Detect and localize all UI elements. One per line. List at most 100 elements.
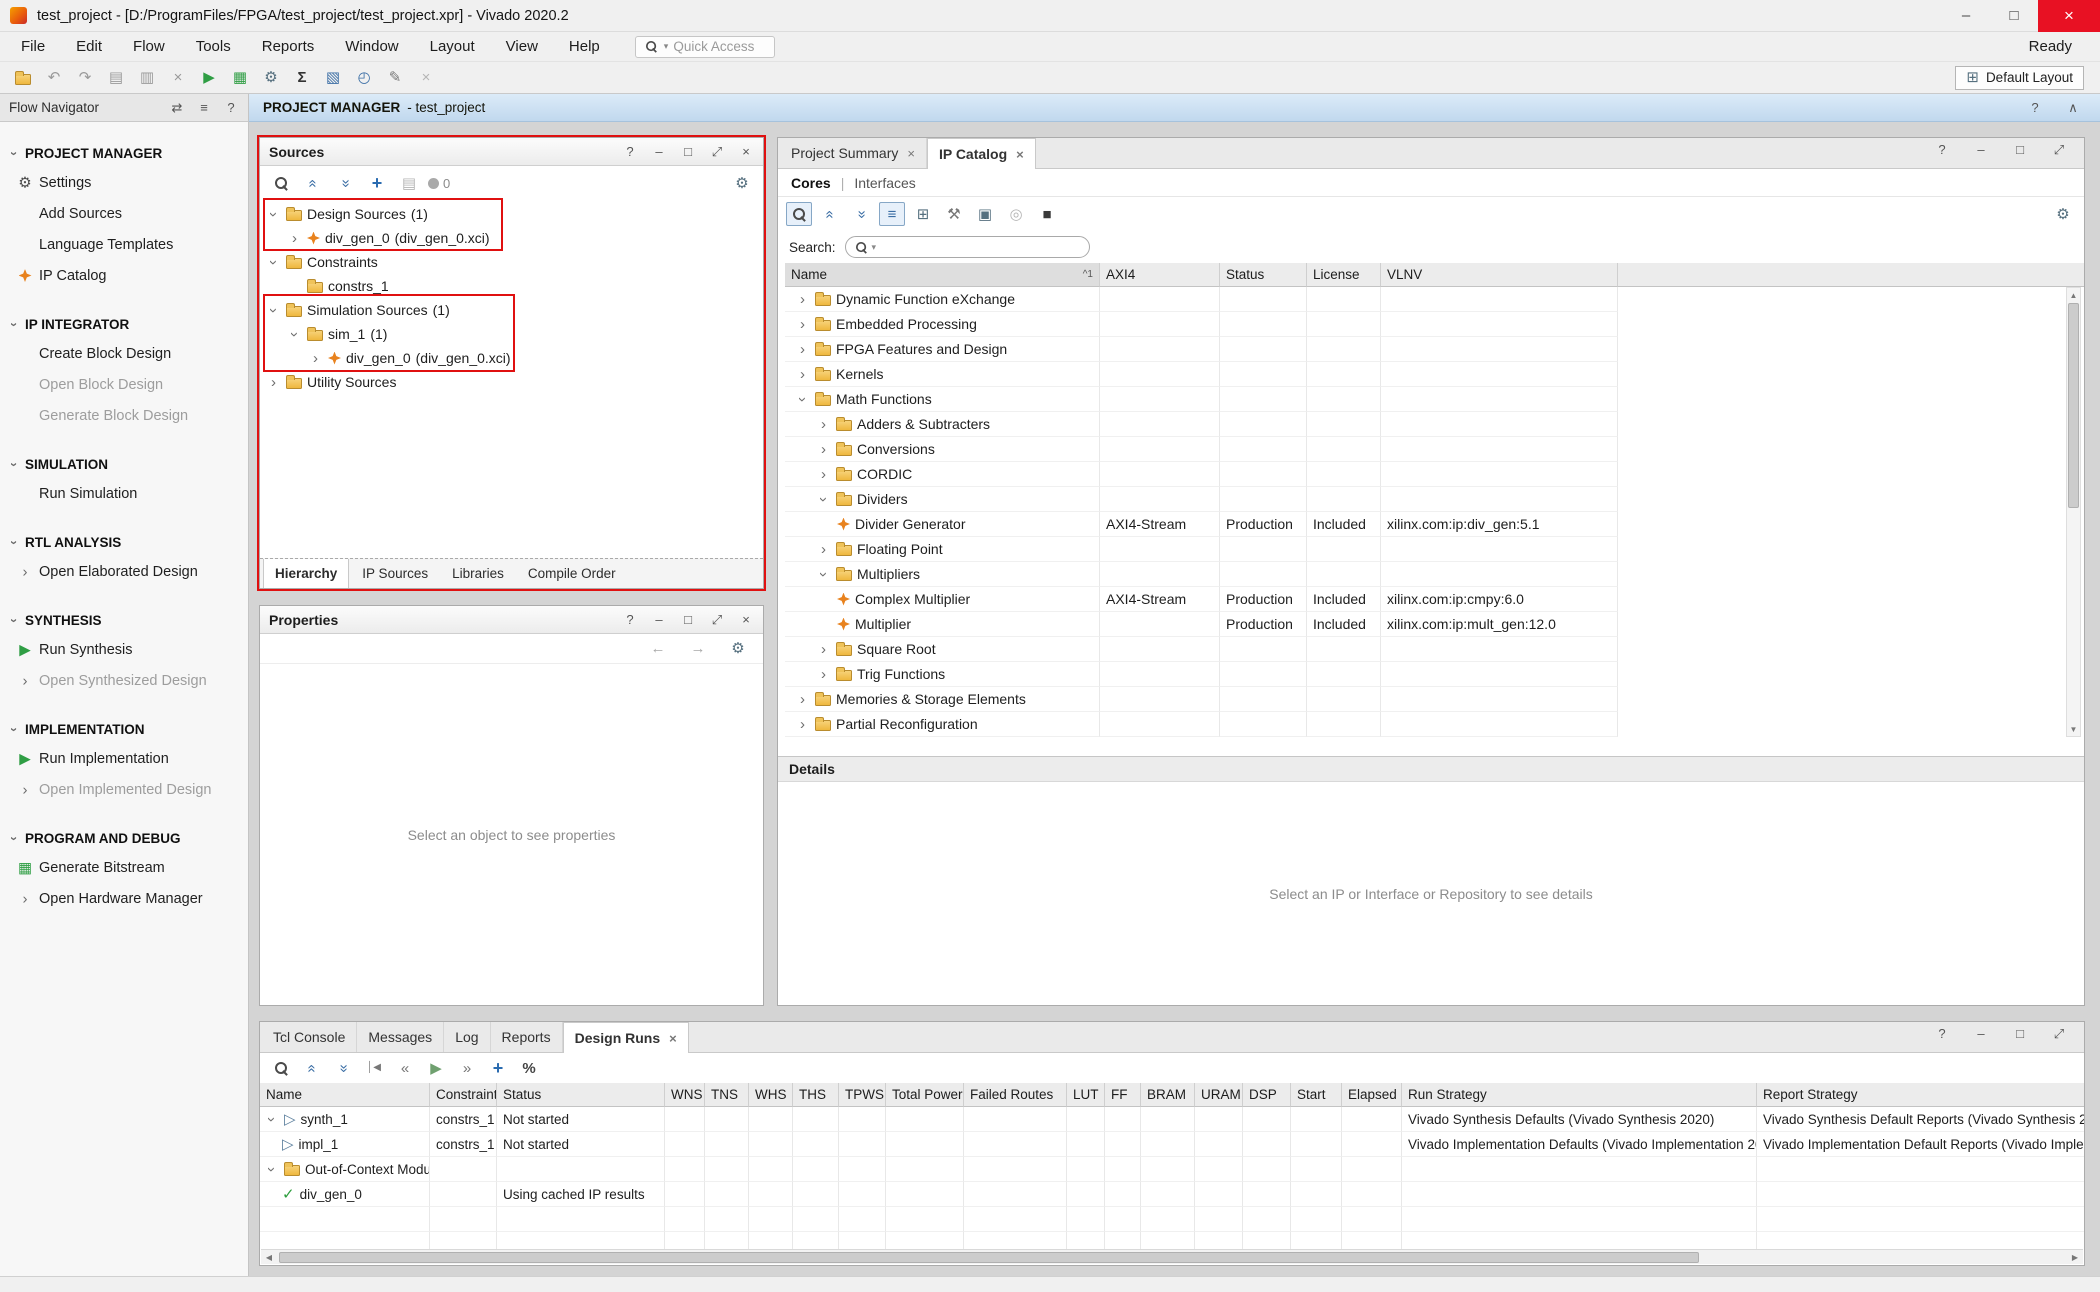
sidebar-item-open-hardware-manager[interactable]: ›Open Hardware Manager [0,883,248,914]
sidebar-item-open-elaborated-design[interactable]: ›Open Elaborated Design [0,556,248,587]
step-back-icon[interactable]: « [392,1056,418,1080]
expand-closed-icon[interactable]: › [308,351,323,366]
layout-selector[interactable]: ⊞ Default Layout [1955,66,2084,90]
messages-badge[interactable]: 0 [428,171,450,195]
minimize-icon[interactable]: – [651,144,667,160]
expand-closed-icon[interactable]: › [816,417,831,432]
sidebar-item-open-implemented-design[interactable]: ›Open Implemented Design [0,774,248,805]
sidebar-item-run-implementation[interactable]: ▶Run Implementation [0,743,248,774]
ip-row-trig-functions[interactable]: ›Trig Functions [785,662,2084,687]
ip-row-conversions[interactable]: ›Conversions [785,437,2084,462]
ip-search-input[interactable]: ▾ [845,236,1090,258]
expand-closed-icon[interactable]: › [816,467,831,482]
expand-open-icon[interactable]: › [8,722,21,737]
column-header-report-strategy[interactable]: Report Strategy [1757,1083,2084,1107]
column-header-wns[interactable]: WNS [665,1083,705,1107]
ip-row-embedded-processing[interactable]: ›Embedded Processing [785,312,2084,337]
expand-closed-icon[interactable]: › [816,442,831,457]
column-header-total-power[interactable]: Total Power [886,1083,964,1107]
tree-item-utility-sources[interactable]: ›Utility Sources [260,370,763,394]
expand-all-icon[interactable]: « [330,1056,356,1080]
expand-open-icon[interactable]: › [8,317,21,332]
open-icon[interactable] [10,66,36,90]
ip-row-kernels[interactable]: ›Kernels [785,362,2084,387]
expand-all-icon[interactable]: « [332,171,358,195]
expand-all-icon[interactable]: « [848,202,874,226]
tab-reports[interactable]: Reports [491,1022,563,1052]
float-icon[interactable]: □ [2007,1021,2033,1045]
column-header-tpws[interactable]: TPWS [839,1083,886,1107]
flow-section-header-simulation[interactable]: ›SIMULATION [0,450,248,478]
close-icon[interactable]: × [738,144,754,160]
column-header-ths[interactable]: THS [793,1083,839,1107]
flow-section-header-implementation[interactable]: ›IMPLEMENTATION [0,715,248,743]
tab-project-summary[interactable]: Project Summary× [780,138,927,168]
maximize-icon[interactable]: ⤢ [709,612,725,628]
tab-libraries[interactable]: Libraries [441,559,515,588]
expand-open-icon[interactable]: › [816,492,831,507]
ip-row-cordic[interactable]: ›CORDIC [785,462,2084,487]
cancel-icon[interactable]: × [413,66,439,90]
expand-open-icon[interactable]: › [795,392,810,407]
float-icon[interactable]: □ [2007,137,2033,161]
help-icon[interactable]: ? [2022,96,2048,120]
expand-closed-icon[interactable]: › [795,292,810,307]
ip-row-memories-storage-elements[interactable]: ›Memories & Storage Elements [785,687,2084,712]
column-header-whs[interactable]: WHS [749,1083,793,1107]
help-icon[interactable]: ? [622,612,638,628]
ip-vertical-scrollbar[interactable]: ▲ ▼ [2066,287,2081,737]
back-icon[interactable]: ← [645,637,671,661]
collapse-icon[interactable]: ∧ [2060,96,2086,120]
step-forward-icon[interactable]: » [454,1056,480,1080]
column-header-vlnv[interactable]: VLNV [1381,263,1618,287]
design-run-row-out-of-context-module-runs[interactable]: ›Out-of-Context Module Runs [260,1157,2084,1182]
maximize-button[interactable]: □ [1990,0,2038,32]
scrollbar-thumb[interactable] [279,1252,1699,1263]
expand-open-icon[interactable]: › [8,613,21,628]
expand-closed-icon[interactable]: › [795,717,810,732]
minimize-icon[interactable]: – [1968,137,1994,161]
expand-closed-icon[interactable]: › [266,375,281,390]
sidebar-item-generate-bitstream[interactable]: ▦Generate Bitstream [0,852,248,883]
column-header-axi4[interactable]: AXI4 [1100,263,1220,287]
ip-row-complex-multiplier[interactable]: Complex MultiplierAXI4-StreamProductionI… [785,587,2084,612]
expand-open-icon[interactable]: › [8,457,21,472]
tab-compile-order[interactable]: Compile Order [517,559,627,588]
tree-item-div-gen-0[interactable]: ›div_gen_0 (div_gen_0.xci) [260,346,763,370]
expand-closed-icon[interactable]: › [816,542,831,557]
forward-icon[interactable]: → [685,637,711,661]
help-icon[interactable]: ? [1929,137,1955,161]
flow-section-header-rtl-analysis[interactable]: ›RTL ANALYSIS [0,528,248,556]
ip-row-multiplier[interactable]: MultiplierProductionIncludedxilinx.com:i… [785,612,2084,637]
expand-closed-icon[interactable]: › [816,667,831,682]
column-header-status[interactable]: Status [1220,263,1307,287]
expand-open-icon[interactable]: › [264,1162,279,1177]
column-header-ff[interactable]: FF [1105,1083,1141,1107]
collapse-all-icon[interactable]: « [300,171,326,195]
dock-icon[interactable]: ⇄ [169,100,185,116]
column-header-name[interactable]: Name [260,1083,430,1107]
settings-icon[interactable]: ⚙ [725,637,751,661]
edit-icon[interactable]: ✎ [382,66,408,90]
add-icon[interactable]: + [364,171,390,195]
ip-row-dynamic-function-exchange[interactable]: ›Dynamic Function eXchange [785,287,2084,312]
column-header-constraints[interactable]: Constraints [430,1083,497,1107]
tree-item-design-sources[interactable]: ›Design Sources (1) [260,202,763,226]
hierarchy-icon[interactable]: ⊞ [910,202,936,226]
tab-interfaces[interactable]: Interfaces [854,175,915,191]
expand-open-icon[interactable]: › [816,567,831,582]
close-icon[interactable]: × [738,612,754,628]
copy-icon[interactable]: ▤ [103,66,129,90]
expand-closed-icon[interactable]: › [795,342,810,357]
tree-item-constrs-1[interactable]: ›constrs_1 [260,274,763,298]
expand-open-icon[interactable]: › [287,327,302,342]
minimize-icon[interactable]: – [1968,1021,1994,1045]
tree-item-div-gen-0[interactable]: ›div_gen_0 (div_gen_0.xci) [260,226,763,250]
tab-messages[interactable]: Messages [357,1022,444,1052]
settings-icon[interactable]: ⚙ [2050,202,2076,226]
column-header-failed-routes[interactable]: Failed Routes [964,1083,1067,1107]
properties-icon[interactable]: ▤ [396,171,422,195]
sidebar-item-generate-block-design[interactable]: Generate Block Design [0,400,248,431]
column-header-status[interactable]: Status [497,1083,665,1107]
ip-row-adders-subtracters[interactable]: ›Adders & Subtracters [785,412,2084,437]
